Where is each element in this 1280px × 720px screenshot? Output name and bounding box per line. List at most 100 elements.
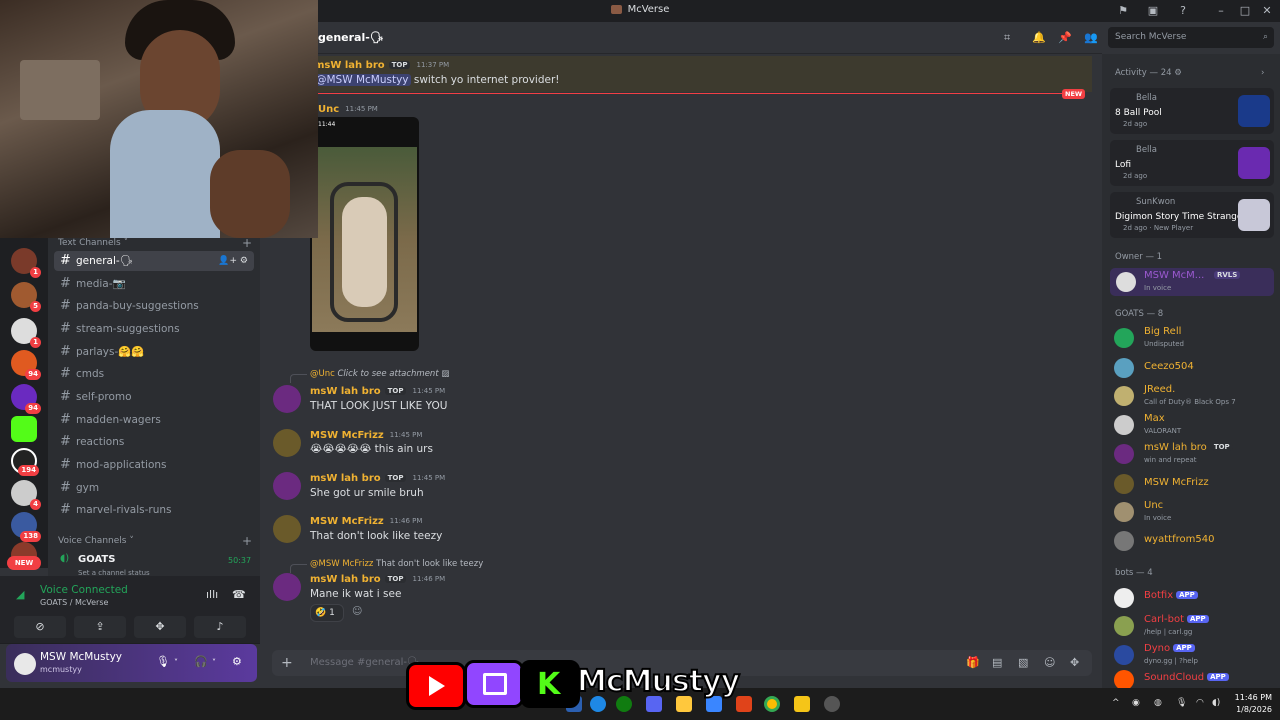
member-item[interactable]: MSW McM... RVLS In voice: [1110, 268, 1274, 296]
tray-icon[interactable]: ◉: [1132, 698, 1140, 708]
channel-stream-suggestions[interactable]: # stream-suggestions: [54, 319, 254, 339]
kick-server-icon[interactable]: [11, 416, 37, 442]
gift-icon[interactable]: 🎁: [966, 656, 980, 669]
members-icon[interactable]: 👥: [1084, 31, 1098, 44]
apps-icon[interactable]: ✥: [1070, 656, 1079, 669]
reply-preview[interactable]: @Unc Click to see attachment ▨: [289, 369, 449, 383]
app-icon[interactable]: [794, 696, 810, 712]
server-icon[interactable]: 1: [11, 248, 41, 278]
avatar[interactable]: [273, 573, 301, 601]
member-item[interactable]: Dyno APP dyno.gg | ?help: [1114, 643, 1278, 667]
bell-icon[interactable]: 🔔: [1032, 31, 1046, 44]
channel-media[interactable]: # media-📷: [54, 274, 254, 294]
server-icon[interactable]: 194: [11, 448, 39, 476]
microphone-icon[interactable]: 🎙: [156, 655, 170, 668]
channel-settings-icon[interactable]: 👤+ ⚙: [218, 251, 248, 271]
reaction-button[interactable]: 🤣 1: [310, 604, 344, 622]
avatar[interactable]: [273, 515, 301, 543]
search-input[interactable]: Search McVerse ⌕: [1108, 27, 1274, 48]
member-item[interactable]: msW lah bro TOP win and repeat: [1114, 442, 1278, 466]
avatar[interactable]: [273, 429, 301, 457]
attach-plus-icon[interactable]: +: [281, 655, 293, 671]
server-icon[interactable]: 1: [11, 318, 41, 348]
camera-off-icon[interactable]: ⊘: [14, 616, 66, 638]
signal-icon[interactable]: ◢: [16, 588, 24, 601]
microphone-icon[interactable]: 🎙: [1176, 698, 1187, 708]
activity-card[interactable]: Bella Lofi 2d ago: [1110, 140, 1274, 186]
member-item[interactable]: JReed. Call of Duty® Black Ops 7: [1114, 384, 1278, 408]
reply-preview[interactable]: @MSW McFrizz That don't look like teezy: [289, 559, 483, 573]
channel-general[interactable]: # general-🗣 👤+ ⚙: [54, 251, 254, 271]
maximize-icon[interactable]: □: [1238, 4, 1252, 18]
category-voice-channels[interactable]: Voice Channels ˅ +: [58, 534, 252, 548]
chevron-right-icon[interactable]: ›: [1261, 68, 1264, 78]
channel-self-promo[interactable]: # self-promo: [54, 387, 254, 407]
chevron-down-icon[interactable]: ˅: [174, 658, 178, 667]
volume-icon[interactable]: ◖): [1212, 698, 1220, 708]
channel-reactions[interactable]: # reactions: [54, 432, 254, 452]
chrome-icon[interactable]: [764, 696, 780, 712]
add-channel-icon[interactable]: +: [242, 534, 252, 548]
chevron-down-icon[interactable]: ˅: [212, 658, 216, 667]
screen-share-icon[interactable]: ⇪: [74, 616, 126, 638]
avatar[interactable]: [273, 385, 301, 413]
system-clock[interactable]: 11:46 PM 1/8/2026: [1226, 692, 1272, 716]
sticker-icon[interactable]: ▧: [1018, 656, 1028, 669]
wifi-icon[interactable]: ◠: [1196, 698, 1204, 708]
activity-card[interactable]: SunKwon Digimon Story Time Stranger 2d a…: [1110, 192, 1274, 238]
image-attachment[interactable]: 11:44: [310, 117, 419, 351]
new-unread-pill[interactable]: NEW: [7, 556, 41, 570]
server-icon[interactable]: 94: [11, 384, 41, 414]
activities-icon[interactable]: ✥: [134, 616, 186, 638]
help-icon[interactable]: ?: [1176, 4, 1190, 18]
server-icon[interactable]: 4: [11, 480, 41, 510]
pin-icon[interactable]: 📌: [1058, 31, 1072, 44]
server-icon[interactable]: 5: [11, 282, 41, 312]
soundboard-icon[interactable]: ♪: [194, 616, 246, 638]
message-author[interactable]: msW lah bro TOP 11:37 PM: [314, 60, 449, 71]
emoji-icon[interactable]: ☺: [1044, 656, 1055, 669]
threads-icon[interactable]: ⌗: [1004, 31, 1010, 45]
member-item[interactable]: Carl-bot APP/help | carl.gg: [1114, 614, 1278, 638]
member-item[interactable]: Big Rell Undisputed: [1114, 326, 1278, 350]
message-author[interactable]: msW lah bro TOP 11:46 PM: [310, 574, 445, 585]
user-mention[interactable]: @MSW McMustyy: [314, 74, 411, 86]
message-author[interactable]: msW lah bro TOP 11:45 PM: [310, 386, 445, 397]
server-icon[interactable]: 138: [11, 512, 41, 542]
add-reaction-icon[interactable]: ☺: [352, 606, 362, 617]
member-item[interactable]: Unc In voice: [1114, 500, 1278, 524]
tray-chevron-icon[interactable]: ^: [1112, 698, 1120, 708]
noise-suppression-icon[interactable]: ıllı: [206, 588, 218, 601]
channel-panda-buy-suggestions[interactable]: # panda-buy-suggestions: [54, 296, 254, 316]
activity-card[interactable]: Bella 8 Ball Pool 2d ago: [1110, 88, 1274, 134]
close-icon[interactable]: ✕: [1260, 4, 1274, 18]
gear-icon[interactable]: ⚙: [232, 655, 242, 668]
member-item[interactable]: Botfix APP: [1114, 586, 1278, 610]
member-item[interactable]: Ceezo504: [1114, 356, 1278, 380]
screen-icon[interactable]: ▣: [1146, 4, 1160, 18]
add-channel-icon[interactable]: +: [242, 236, 252, 250]
message-author[interactable]: msW lah bro TOP 11:45 PM: [310, 473, 445, 484]
channel-madden-wagers[interactable]: # madden-wagers: [54, 410, 254, 430]
server-icon[interactable]: 94: [11, 350, 41, 380]
channel-cmds[interactable]: # cmds: [54, 364, 254, 384]
category-text-channels[interactable]: Text Channels ˅ +: [58, 236, 252, 250]
channel-parlays[interactable]: # parlays-🤗🤗: [54, 342, 254, 362]
message-author[interactable]: MSW McFrizz 11:45 PM: [310, 430, 422, 441]
inbox-flag-icon[interactable]: ⚑: [1116, 4, 1130, 18]
member-item[interactable]: wyattfrom540: [1114, 529, 1278, 553]
gif-icon[interactable]: ▤: [992, 656, 1002, 669]
headphones-icon[interactable]: 🎧: [194, 655, 208, 668]
member-item[interactable]: Max VALORANT: [1114, 413, 1278, 437]
voice-channel-goats[interactable]: GOATS: [78, 554, 115, 565]
gear-icon[interactable]: ⚙: [1174, 68, 1182, 78]
avatar[interactable]: [14, 653, 36, 675]
obs-icon[interactable]: [824, 696, 840, 712]
channel-marvel-rivals-runs[interactable]: # marvel-rivals-runs: [54, 500, 254, 520]
channel-mod-applications[interactable]: # mod-applications: [54, 455, 254, 475]
message-author[interactable]: MSW McFrizz 11:46 PM: [310, 516, 422, 527]
disconnect-icon[interactable]: ☎: [232, 588, 246, 601]
message-author[interactable]: Unc 11:45 PM: [318, 104, 378, 115]
minimize-icon[interactable]: –: [1214, 4, 1228, 18]
tray-icon[interactable]: ◍: [1154, 698, 1162, 708]
